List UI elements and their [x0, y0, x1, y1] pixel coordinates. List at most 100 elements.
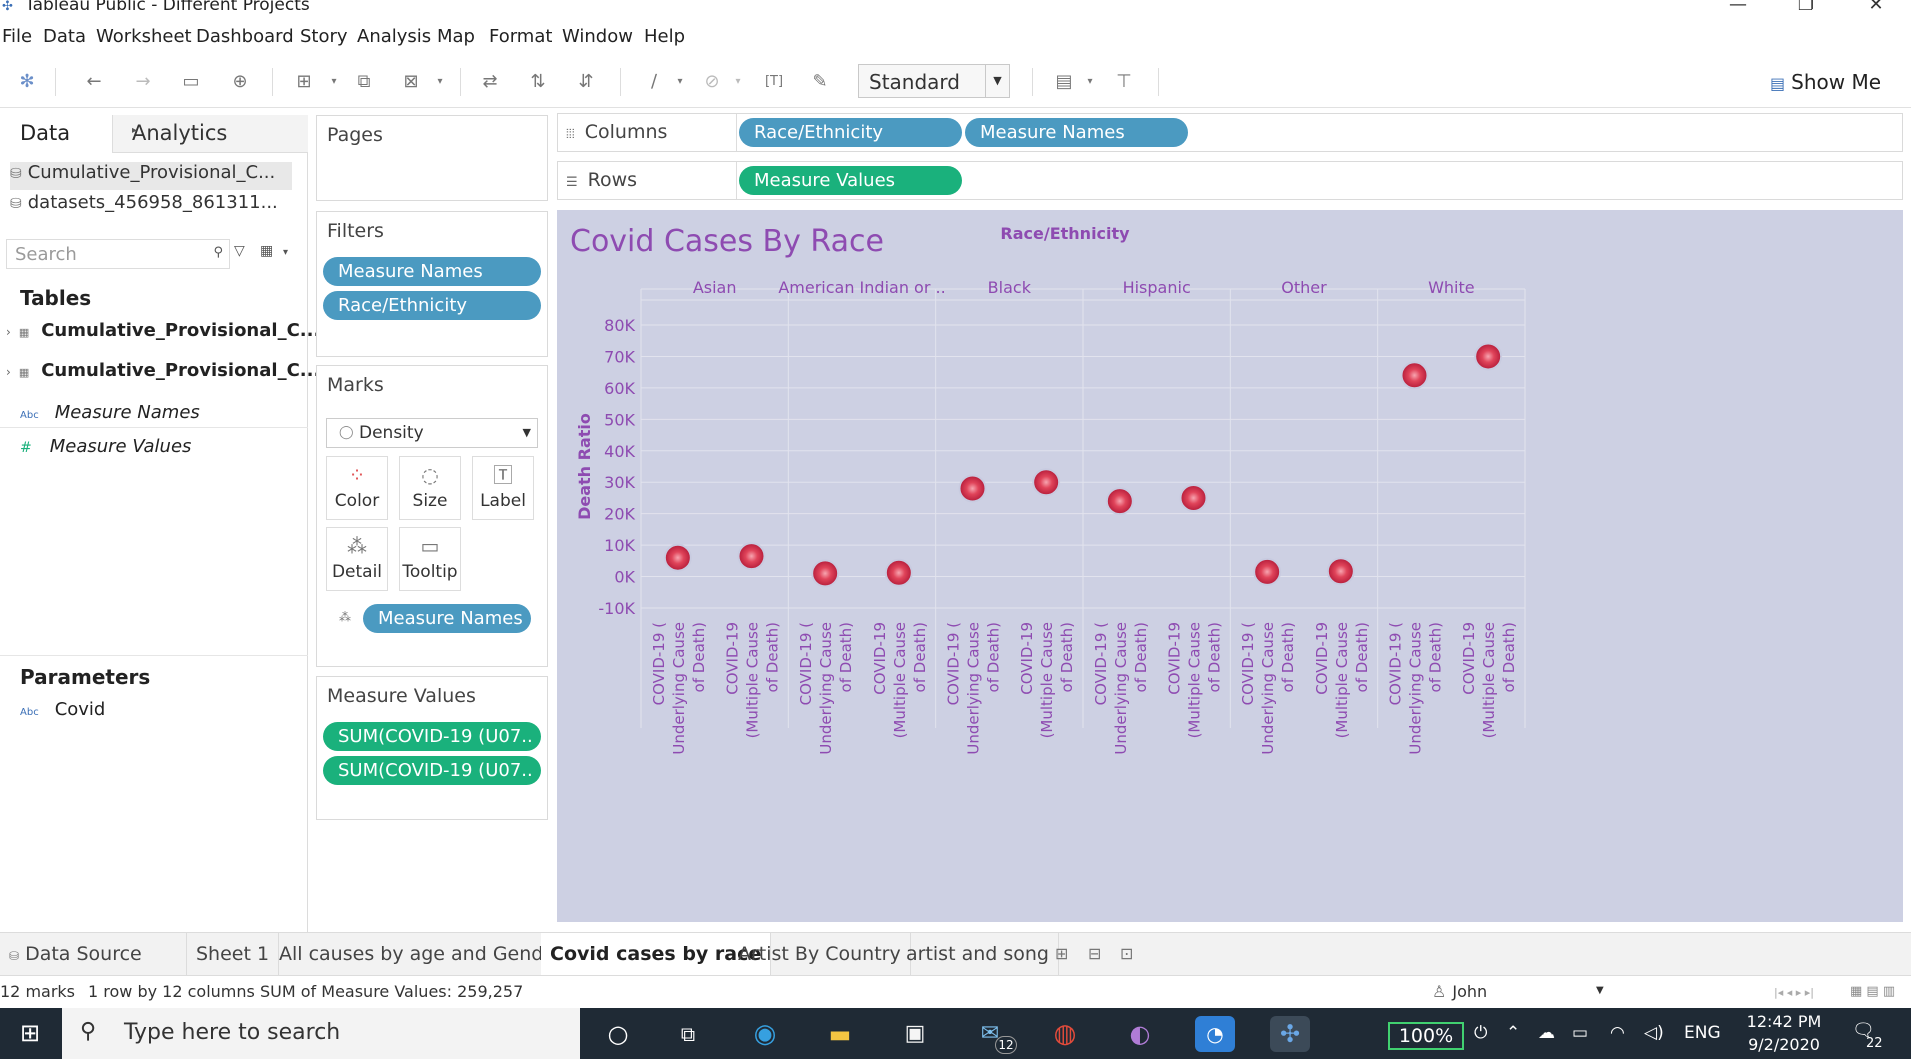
- pages-card[interactable]: Pages: [316, 115, 548, 201]
- language-indicator[interactable]: ENG: [1684, 1023, 1721, 1043]
- filter-pill-measure-names[interactable]: Measure Names: [323, 257, 541, 286]
- swap-rows-columns-icon[interactable]: ⇄: [478, 70, 502, 94]
- presentation-mode-icon[interactable]: ⊤: [1112, 70, 1136, 94]
- menu-help[interactable]: Help: [644, 26, 685, 47]
- menu-format[interactable]: Format: [489, 26, 552, 47]
- windows-start-icon[interactable]: ⊞: [0, 1008, 60, 1059]
- sheet-tab[interactable]: artist and song: [897, 933, 1059, 975]
- menu-file[interactable]: File: [2, 26, 32, 47]
- app-icon[interactable]: ◔: [1195, 1016, 1235, 1052]
- menu-worksheet[interactable]: Worksheet: [96, 26, 192, 47]
- chevron-down-icon[interactable]: ▾: [726, 70, 750, 94]
- datasource-item[interactable]: ⛁ Cumulative_Provisional_C...: [10, 162, 292, 190]
- chevron-down-icon[interactable]: ▾: [322, 70, 346, 94]
- marks-pill-measure-names[interactable]: Measure Names: [363, 604, 531, 633]
- undo-icon[interactable]: ←: [82, 70, 106, 94]
- restore-icon[interactable]: ❐: [1786, 0, 1826, 16]
- chevron-down-icon[interactable]: ▾: [283, 247, 288, 258]
- battery-icon[interactable]: ▭: [1572, 1023, 1588, 1043]
- new-dashboard-icon[interactable]: ⊟: [1088, 944, 1101, 963]
- data-source-tab[interactable]: ⛁ Data Source: [0, 933, 187, 975]
- columns-pill-measure-names[interactable]: Measure Names: [965, 118, 1188, 147]
- tableau-home-icon[interactable]: ✻: [15, 70, 39, 94]
- detail-button[interactable]: ⁂ Detail: [326, 527, 388, 591]
- cortana-icon[interactable]: ○: [598, 1016, 638, 1052]
- sheet-tab[interactable]: All causes by age and Gender: [270, 933, 573, 975]
- duplicate-icon[interactable]: ⧉: [352, 70, 376, 94]
- mark-type-select[interactable]: ◯ Density ▼: [326, 418, 538, 448]
- menu-window[interactable]: Window: [562, 26, 633, 47]
- clock[interactable]: 12:42 PM 9/2/2020: [1744, 1012, 1824, 1054]
- new-worksheet-icon[interactable]: ⊞: [292, 70, 316, 94]
- menu-dashboard[interactable]: Dashboard: [196, 26, 294, 47]
- edge-browser-icon[interactable]: ◉: [745, 1016, 785, 1052]
- search-input[interactable]: Search ⚲: [6, 239, 230, 269]
- menu-story[interactable]: Story: [300, 26, 348, 47]
- file-explorer-icon[interactable]: ▬: [820, 1016, 860, 1052]
- onedrive-icon[interactable]: ☁: [1538, 1023, 1555, 1043]
- new-worksheet-icon[interactable]: ⊞: [1055, 944, 1068, 963]
- parameter-covid[interactable]: Abc Covid: [20, 699, 105, 720]
- zoom-indicator[interactable]: 100%: [1388, 1022, 1464, 1050]
- clear-sheet-icon[interactable]: ⊠: [399, 70, 423, 94]
- measure-pill[interactable]: SUM(COVID-19 (U07..: [323, 722, 541, 751]
- tooltip-button[interactable]: ▭ Tooltip: [399, 527, 461, 591]
- size-button[interactable]: ◌ Size: [399, 456, 461, 520]
- label-button[interactable]: 🅃 Label: [472, 456, 534, 520]
- task-view-icon[interactable]: ⧉: [668, 1016, 708, 1052]
- tableau-taskbar-icon[interactable]: ✣: [1270, 1016, 1310, 1052]
- filter-pill-race-ethnicity[interactable]: Race/Ethnicity: [323, 291, 541, 320]
- chevron-up-icon[interactable]: ⌃: [1506, 1023, 1520, 1043]
- chevron-down-icon[interactable]: ▾: [1078, 70, 1102, 94]
- new-story-icon[interactable]: ⊡: [1120, 944, 1133, 963]
- user-menu[interactable]: ♙ John: [1432, 982, 1487, 1001]
- color-button[interactable]: ⁘ Color: [326, 456, 388, 520]
- chrome-icon[interactable]: ◍: [1045, 1016, 1085, 1052]
- save-icon[interactable]: ▭: [179, 70, 203, 94]
- menu-data[interactable]: Data: [43, 26, 86, 47]
- sheet-tab[interactable]: Sheet 1: [187, 933, 280, 975]
- measure-pill[interactable]: SUM(COVID-19 (U07..: [323, 756, 541, 785]
- wifi-icon[interactable]: ◠: [1610, 1023, 1625, 1043]
- field-measure-names[interactable]: Abc Measure Names: [20, 402, 200, 423]
- tab-data[interactable]: Data: [0, 115, 112, 153]
- filter-icon[interactable]: ▽: [234, 243, 245, 259]
- fit-select[interactable]: Standard ▼: [858, 64, 1010, 98]
- sort-ascending-icon[interactable]: ⇅: [526, 70, 550, 94]
- menu-analysis[interactable]: Analysis: [357, 26, 431, 47]
- redo-icon[interactable]: →: [131, 70, 155, 94]
- viz-canvas[interactable]: Covid Cases By Race Race/Ethnicity 80K 70K…: [557, 210, 1903, 922]
- view-options-icon[interactable]: ▦: [260, 243, 273, 259]
- columns-pill-race-ethnicity[interactable]: Race/Ethnicity: [739, 118, 962, 147]
- store-icon[interactable]: ▣: [895, 1016, 935, 1052]
- fix-axes-icon[interactable]: ✎: [808, 70, 832, 94]
- columns-shelf[interactable]: ⦙⦙⦙ Columns Race/Ethnicity Measure Names: [557, 113, 1903, 152]
- sheet-sorter-icon[interactable]: ▦ ▤ ▥: [1850, 984, 1895, 999]
- sheet-tab[interactable]: Artist By Country: [729, 933, 911, 975]
- show-me-button[interactable]: ▤ Show Me: [1770, 70, 1881, 94]
- show-labels-icon[interactable]: [T]: [762, 70, 786, 94]
- power-icon[interactable]: ⏻: [1474, 1023, 1487, 1043]
- minimize-icon[interactable]: —: [1718, 0, 1758, 16]
- table-item[interactable]: › ▦ Cumulative_Provisional_C...: [6, 320, 320, 341]
- volume-icon[interactable]: ◁): [1644, 1023, 1664, 1043]
- tab-analytics[interactable]: Analytics ▸: [112, 115, 308, 153]
- group-members-icon[interactable]: ⊘: [700, 70, 724, 94]
- field-measure-values[interactable]: # Measure Values: [20, 436, 191, 457]
- github-desktop-icon[interactable]: ◐: [1120, 1016, 1160, 1052]
- menu-map[interactable]: Map: [437, 26, 475, 47]
- sort-descending-icon[interactable]: ⇵: [574, 70, 598, 94]
- close-icon[interactable]: ✕: [1856, 0, 1896, 16]
- highlight-icon[interactable]: ∕: [642, 70, 666, 94]
- sheet-navigation-icon[interactable]: |◂ ◂ ▸ ▸|: [1774, 986, 1814, 999]
- chevron-down-icon[interactable]: ▾: [668, 70, 692, 94]
- show-cards-icon[interactable]: ▤: [1052, 70, 1076, 94]
- new-datasource-icon[interactable]: ⊕: [228, 70, 252, 94]
- taskbar-search-input[interactable]: ⚲ Type here to search: [62, 1008, 580, 1059]
- chevron-down-icon[interactable]: ▾: [428, 70, 452, 94]
- chevron-down-icon[interactable]: ▼: [1596, 985, 1604, 996]
- datasource-item[interactable]: ⛁ datasets_456958_861311...: [10, 192, 292, 220]
- rows-shelf[interactable]: ☰ Rows Measure Values: [557, 161, 1903, 200]
- rows-pill-measure-values[interactable]: Measure Values: [739, 166, 962, 195]
- table-item[interactable]: › ▦ Cumulative_Provisional_C...: [6, 360, 320, 381]
